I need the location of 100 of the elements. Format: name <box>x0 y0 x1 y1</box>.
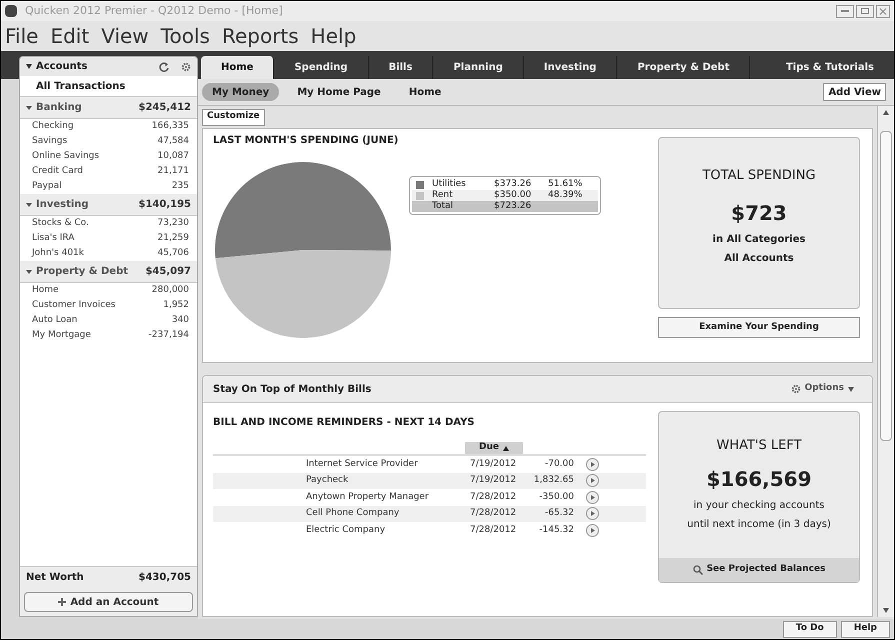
plus-icon <box>58 598 66 606</box>
account-balance: 235 <box>172 180 189 193</box>
account-name[interactable]: My Mortgage <box>32 329 91 342</box>
play-icon[interactable] <box>586 458 599 471</box>
account-balance: 21,259 <box>158 232 189 245</box>
card-title: WHAT'S LEFT <box>716 437 802 455</box>
account-name[interactable]: John's 401k <box>32 247 84 260</box>
bill-due: 7/28/2012 <box>470 524 518 536</box>
account-balance: 47,584 <box>158 135 189 148</box>
account-balance: 280,000 <box>152 284 189 297</box>
account-name[interactable]: Checking <box>32 120 74 134</box>
legend-percent: 48.39% <box>548 188 582 202</box>
card-amount: $166,569 <box>706 466 812 492</box>
card-text: until next income (in 3 days) <box>687 518 831 532</box>
legend-percent: 51.61% <box>548 178 582 190</box>
account-balance: 21,171 <box>158 165 189 178</box>
account-name[interactable]: Auto Loan <box>32 314 78 328</box>
examine-spending-button[interactable]: Examine Your Spending <box>658 317 860 338</box>
sort-icon <box>502 446 509 450</box>
account-balance: -237,194 <box>148 329 189 342</box>
projected-balances-button[interactable]: See Projected Balances <box>659 558 859 582</box>
menu-item[interactable]: Reports <box>222 21 299 51</box>
bill-due: 7/28/2012 <box>470 490 518 504</box>
play-icon[interactable] <box>586 474 599 488</box>
add-view-button[interactable]: Add View <box>823 83 886 101</box>
play-icon[interactable] <box>586 507 599 520</box>
account-name[interactable]: Customer Invoices <box>32 299 116 312</box>
card-text: in your checking accounts <box>694 498 824 512</box>
group-header[interactable]: Banking <box>36 100 82 115</box>
net-worth-value: $430,705 <box>138 571 191 585</box>
collapse-icon[interactable] <box>26 104 32 110</box>
scrollbar[interactable] <box>877 106 894 617</box>
nav-tab[interactable]: Home <box>201 56 274 79</box>
gear-icon[interactable] <box>790 384 801 394</box>
bill-due: 7/28/2012 <box>470 507 518 520</box>
account-name[interactable]: Online Savings <box>32 150 100 164</box>
account-name[interactable]: Savings <box>32 135 68 148</box>
menu-item[interactable]: Edit <box>50 21 90 51</box>
bill-payee: Cell Phone Company <box>306 507 400 520</box>
menu-item[interactable]: Help <box>310 21 356 51</box>
group-total: $140,195 <box>138 198 191 212</box>
refresh-icon[interactable] <box>159 62 169 72</box>
tips-tab[interactable]: Tips & Tutorials <box>774 56 886 79</box>
add-account-button[interactable]: Add an Account <box>24 592 193 612</box>
account-balance: 166,335 <box>152 120 189 133</box>
footer-button[interactable]: To Do <box>782 620 837 638</box>
view-tab[interactable]: My Money <box>202 83 280 101</box>
minimize-icon[interactable] <box>836 4 854 18</box>
legend-amount: $350.00 <box>494 188 532 201</box>
spending-title: LAST MONTH'S SPENDING (JUNE) <box>213 134 400 148</box>
play-icon[interactable] <box>586 490 599 504</box>
account-name[interactable]: Lisa's IRA <box>32 232 74 246</box>
account-balance: 10,087 <box>158 150 189 163</box>
account-balance: 340 <box>172 314 189 327</box>
menu-item[interactable]: View <box>101 21 149 51</box>
collapse-icon <box>26 64 32 69</box>
menu-item[interactable]: Tools <box>160 21 210 51</box>
legend-total-label: Total <box>432 200 454 213</box>
scroll-down-icon <box>883 608 889 613</box>
legend-total-amount: $723.26 <box>494 200 532 213</box>
reminders-title: BILL AND INCOME REMINDERS - NEXT 14 DAYS <box>213 416 476 430</box>
bill-amount: -145.32 <box>538 524 574 536</box>
card-text: All Accounts <box>724 252 794 266</box>
play-icon[interactable] <box>586 524 599 537</box>
account-balance: 73,230 <box>158 217 189 230</box>
card-title: TOTAL SPENDING <box>702 167 816 185</box>
view-tab[interactable]: My Home Page <box>287 83 391 101</box>
restore-icon[interactable] <box>856 4 874 18</box>
bill-due: 7/19/2012 <box>470 458 518 470</box>
group-header[interactable]: Investing <box>36 197 89 212</box>
card-amount: $723 <box>731 200 787 226</box>
account-name[interactable]: Paypal <box>32 180 62 194</box>
collapse-icon[interactable] <box>26 202 32 208</box>
app-icon <box>5 5 17 17</box>
collapse-icon[interactable] <box>26 268 32 274</box>
customize-button[interactable]: Customize <box>202 108 265 126</box>
bill-payee: Electric Company <box>306 524 386 536</box>
legend-label: Rent <box>432 188 454 201</box>
scroll-up-icon <box>883 110 889 115</box>
view-tab[interactable]: Home <box>398 83 452 101</box>
footer-button[interactable]: Help <box>840 620 890 638</box>
close-icon[interactable] <box>876 4 890 18</box>
group-total: $245,412 <box>138 101 191 115</box>
due-column-header[interactable]: Due <box>465 442 523 454</box>
account-balance: 1,952 <box>163 299 189 312</box>
card-text: in All Categories <box>712 232 806 246</box>
bill-amount: 1,832.65 <box>532 474 574 487</box>
bill-amount: -350.00 <box>538 490 574 504</box>
account-name[interactable]: Credit Card <box>32 165 83 178</box>
account-balance: 45,706 <box>158 247 189 260</box>
account-name[interactable]: Stocks & Co. <box>32 217 89 230</box>
menu-item[interactable]: File <box>5 21 38 51</box>
group-total: $45,097 <box>145 265 191 279</box>
options-button[interactable]: Options <box>790 382 854 396</box>
account-name[interactable]: Home <box>32 284 59 298</box>
magnifier-icon <box>692 565 703 575</box>
caret-icon <box>848 386 854 392</box>
group-header[interactable]: Property & Debt <box>36 264 128 279</box>
gear-icon[interactable] <box>181 62 191 72</box>
bill-payee: Paycheck <box>306 474 350 487</box>
